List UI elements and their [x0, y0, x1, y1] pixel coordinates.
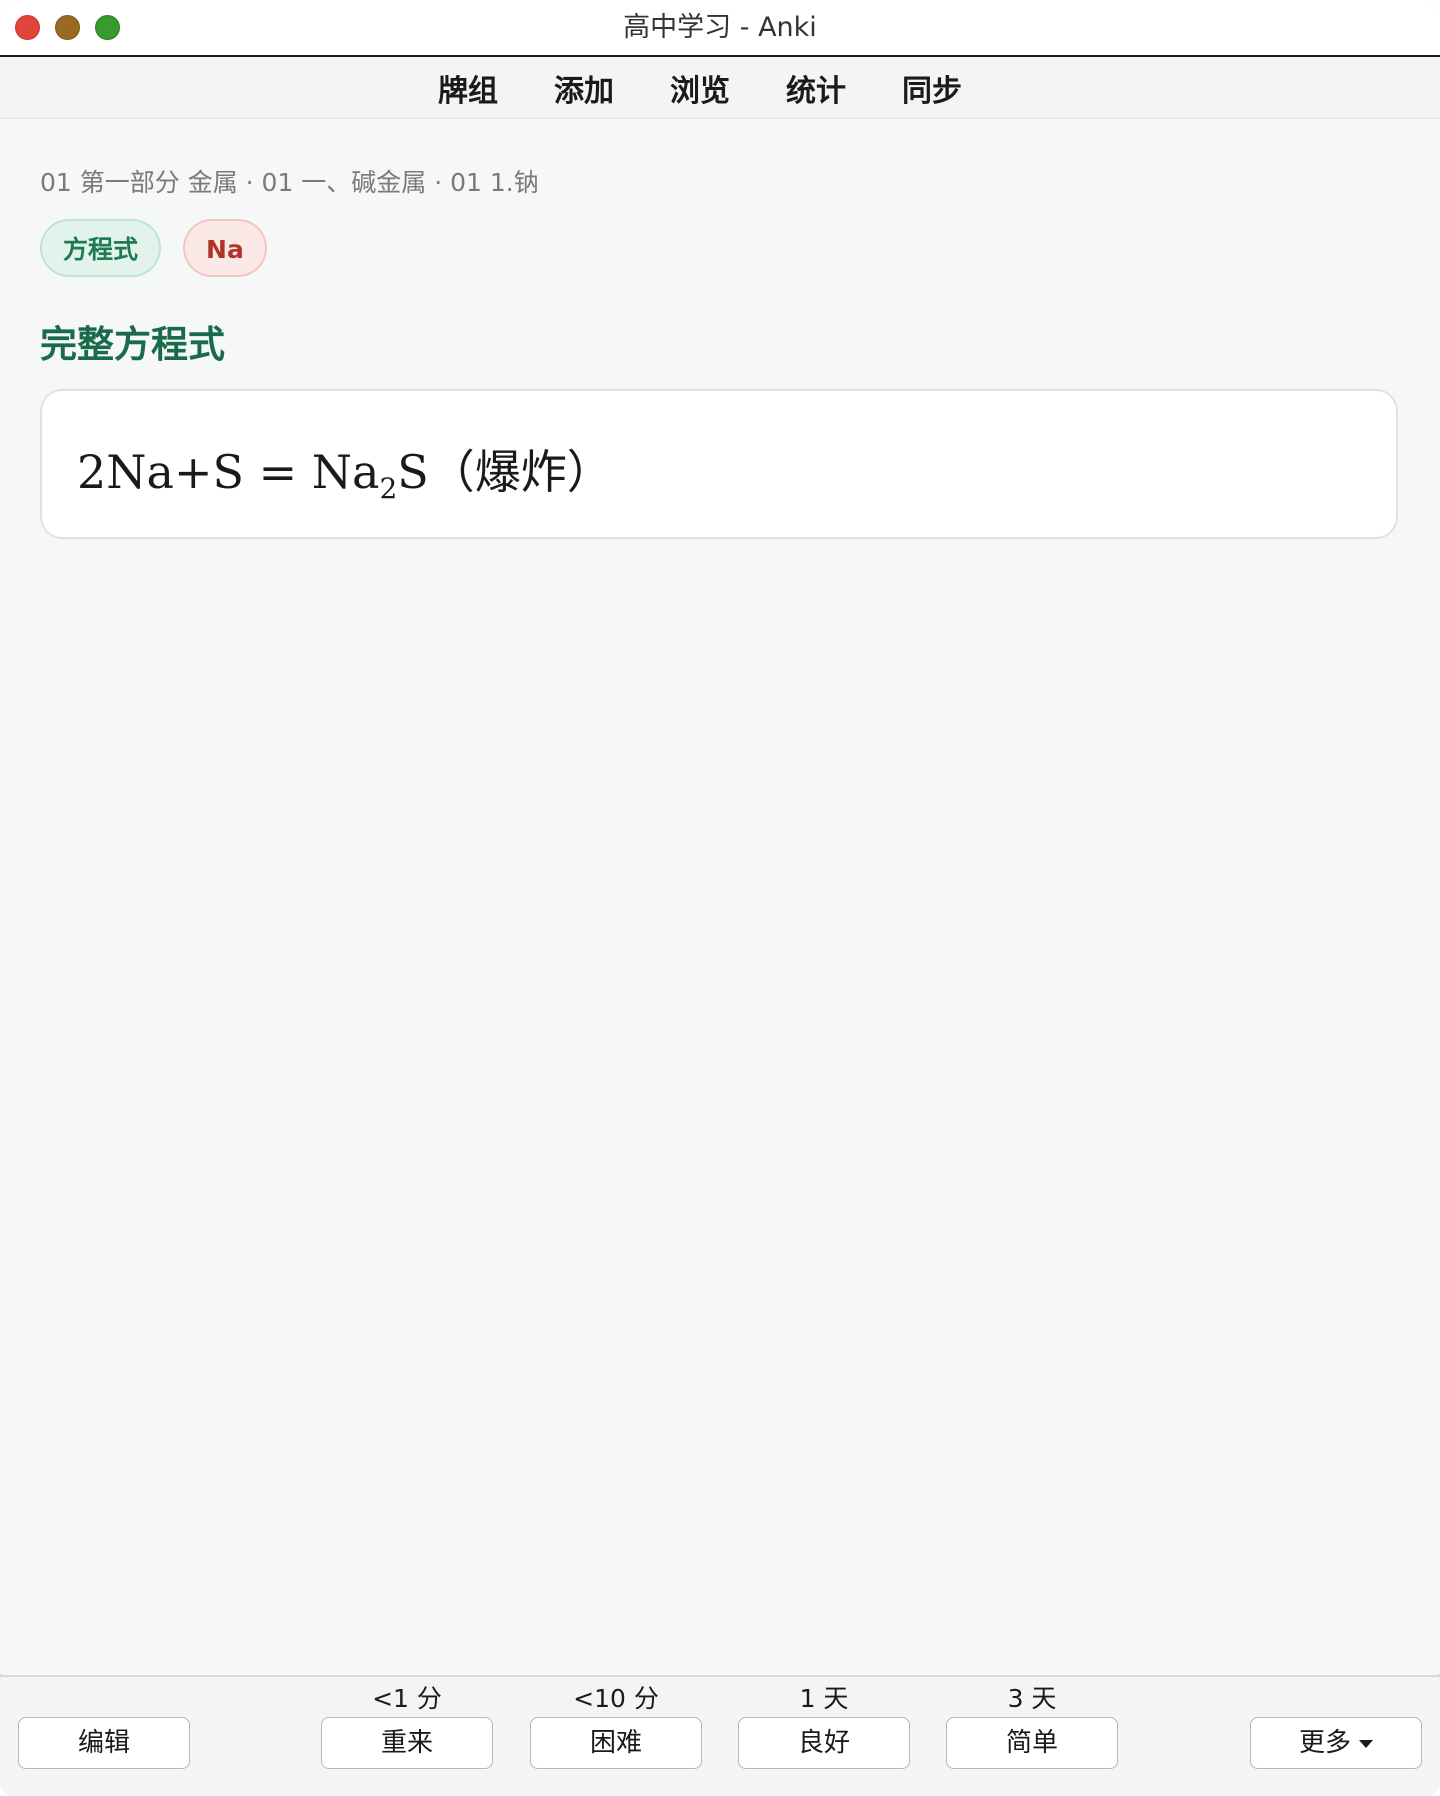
toolbar-sync[interactable]: 同步 — [902, 66, 962, 110]
hard-button[interactable]: 困难 — [530, 1717, 702, 1769]
section-title: 完整方程式 — [40, 323, 225, 366]
review-area: 01 第一部分 金属 · 01 一、碱金属 · 01 1.钠 方程式 Na 完整… — [0, 119, 1440, 1674]
again-button[interactable]: 重来 — [321, 1717, 493, 1769]
toolbar-add[interactable]: 添加 — [554, 66, 614, 110]
good-button[interactable]: 良好 — [738, 1717, 910, 1769]
anki-window: 高中学习 - Anki 牌组 添加 浏览 统计 同步 01 第一部分 金属 · … — [0, 0, 1440, 1796]
toolbar-decks[interactable]: 牌组 — [438, 66, 498, 110]
easy-button[interactable]: 简单 — [946, 1717, 1118, 1769]
formula-part-2: S（爆炸） — [397, 445, 613, 499]
toolbar-stats[interactable]: 统计 — [786, 66, 846, 110]
easy-interval: 3 天 — [1007, 1684, 1057, 1713]
more-button[interactable]: 更多 — [1250, 1717, 1422, 1769]
tag-list: 方程式 Na — [40, 219, 289, 277]
edit-button-label: 编辑 — [77, 1728, 130, 1758]
formula-subscript: 2 — [379, 472, 398, 505]
answer-bar: 编辑 <1 分 重来 <10 分 困难 1 天 良好 3 天 简单 更多 — [0, 1675, 1440, 1796]
deck-breadcrumb: 01 第一部分 金属 · 01 一、碱金属 · 01 1.钠 — [40, 168, 539, 197]
main-toolbar: 牌组 添加 浏览 统计 同步 — [0, 57, 1440, 119]
tag-equation: 方程式 — [40, 219, 162, 277]
title-bar: 高中学习 - Anki — [0, 0, 1440, 57]
window-title: 高中学习 - Anki — [623, 12, 817, 43]
chemical-equation: 2Na+S = Na2S（爆炸） — [77, 436, 613, 505]
good-interval: 1 天 — [799, 1684, 849, 1713]
again-interval: <1 分 — [372, 1684, 442, 1713]
edit-button[interactable]: 编辑 — [18, 1717, 190, 1769]
more-button-label: 更多 — [1298, 1728, 1351, 1758]
toolbar-browse[interactable]: 浏览 — [670, 66, 730, 110]
hard-interval: <10 分 — [573, 1684, 659, 1713]
chevron-down-icon — [1359, 1739, 1373, 1748]
tag-element: Na — [183, 219, 267, 277]
good-button-label: 良好 — [797, 1728, 850, 1758]
formula-part-1: 2Na+S = Na — [77, 445, 380, 499]
easy-button-label: 简单 — [1005, 1728, 1058, 1758]
formula-card: 2Na+S = Na2S（爆炸） — [40, 389, 1398, 539]
hard-button-label: 困难 — [589, 1728, 642, 1758]
again-button-label: 重来 — [380, 1728, 433, 1758]
